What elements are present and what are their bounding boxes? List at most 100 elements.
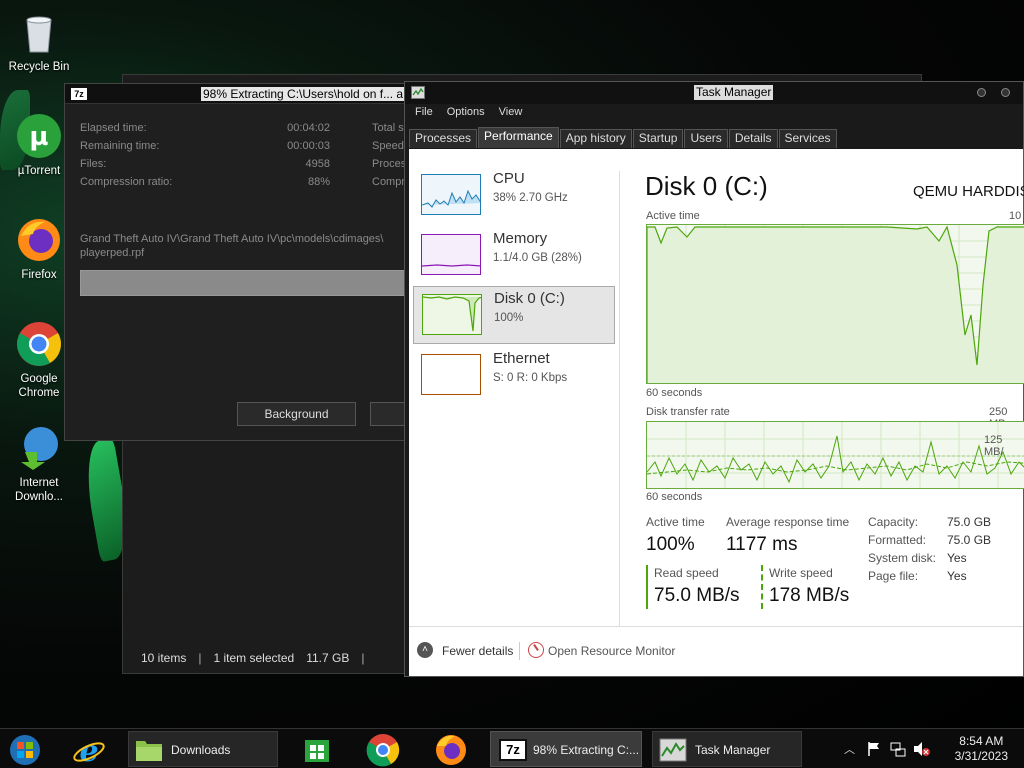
task-manager-tabs: Processes Performance App history Startu… xyxy=(409,127,838,148)
resource-name: Memory xyxy=(493,230,548,247)
sevenzip-icon: 7z xyxy=(71,88,87,100)
remaining-time-label: Remaining time: xyxy=(80,140,160,152)
menu-options[interactable]: Options xyxy=(447,106,485,118)
files-label: Files: xyxy=(80,158,107,170)
resource-cpu[interactable]: CPU 38% 2.70 GHz xyxy=(413,167,615,225)
open-resource-monitor-link[interactable]: Open Resource Monitor xyxy=(548,644,675,658)
task-manager-footer: ˄ Fewer details Open Resource Monitor xyxy=(409,626,1023,676)
current-file-path: Grand Theft Auto IV\Grand Theft Auto IV\… xyxy=(80,232,400,260)
system-disk-label: System disk: xyxy=(868,551,937,565)
taskbar-clock[interactable]: 8:54 AM 3/31/2023 xyxy=(955,734,1008,764)
transfer-rate-graph-timespan: 60 seconds xyxy=(646,491,703,503)
tab-startup[interactable]: Startup xyxy=(632,129,684,148)
capacity-label: Capacity: xyxy=(868,515,919,529)
taskbar-task-manager[interactable]: Task Manager xyxy=(652,731,802,767)
system-tray: ︿ 8:54 AM 3/31/2023 xyxy=(844,729,1024,768)
tab-details[interactable]: Details xyxy=(728,129,778,148)
write-speed-value: 178 MB/s xyxy=(769,585,850,606)
read-speed-value: 75.0 MB/s xyxy=(654,585,740,606)
fewer-details-link[interactable]: Fewer details xyxy=(442,644,513,658)
processed-label: Proces xyxy=(372,158,407,170)
store-icon xyxy=(305,740,329,762)
tab-users[interactable]: Users xyxy=(684,129,728,148)
formatted-value: 75.0 GB xyxy=(947,533,992,547)
sevenzip-titlebar[interactable]: 7z 98% Extracting C:\Users\hold on f... … xyxy=(65,84,413,104)
chrome-icon xyxy=(366,734,400,767)
task-manager-menu: File Options View xyxy=(415,106,522,118)
taskbar-task-manager-label: Task Manager xyxy=(695,743,771,757)
disk-model: QEMU HARDDIS xyxy=(913,183,1024,200)
recycle-bin-icon xyxy=(15,8,63,56)
show-hidden-icons-chevron-up-icon[interactable]: ︿ xyxy=(844,741,855,757)
resource-name: Disk 0 (C:) xyxy=(494,290,565,307)
elapsed-time-label: Elapsed time: xyxy=(80,122,147,134)
network-icon[interactable] xyxy=(890,741,906,757)
firefox-icon xyxy=(15,216,63,264)
write-speed-label: Write speed xyxy=(769,566,833,580)
resource-name: Ethernet xyxy=(493,350,550,367)
chevron-up-icon[interactable]: ˄ xyxy=(417,642,433,658)
taskbar-chrome[interactable] xyxy=(362,731,406,767)
status-size: 11.7 GB xyxy=(306,651,350,665)
resource-ethernet[interactable]: Ethernet S: 0 R: 0 Kbps xyxy=(413,347,615,405)
taskbar-internet-explorer[interactable]: e xyxy=(68,731,112,768)
disk-thumbnail-graph xyxy=(422,294,482,335)
active-time-graph-max: 10 xyxy=(1009,210,1022,222)
resource-monitor-icon xyxy=(528,642,544,658)
start-button[interactable] xyxy=(6,731,46,767)
firefox-icon xyxy=(436,735,466,765)
internet-explorer-icon: e xyxy=(73,734,105,768)
sevenzip-title: 98% Extracting C:\Users\hold on f... a xyxy=(201,87,406,101)
taskbar-firefox[interactable] xyxy=(430,731,474,767)
resource-usage: 100% xyxy=(494,312,524,324)
maximize-button[interactable] xyxy=(1001,88,1010,97)
elapsed-time-value: 00:04:02 xyxy=(287,122,330,134)
memory-thumbnail-graph xyxy=(421,234,481,275)
menu-file[interactable]: File xyxy=(415,106,433,118)
active-time-graph-label: Active time xyxy=(646,210,700,222)
performance-panel: CPU 38% 2.70 GHz Memory 1.1/4.0 GB (28%)… xyxy=(409,149,1024,676)
chrome-icon xyxy=(15,320,63,368)
background-button[interactable]: Background xyxy=(237,402,356,426)
tab-services[interactable]: Services xyxy=(778,129,837,148)
task-manager-titlebar[interactable]: Task Manager xyxy=(405,82,1023,104)
extraction-progress-fill xyxy=(81,271,408,295)
resource-usage: S: 0 R: 0 Kbps xyxy=(493,372,568,384)
taskbar-7zip-label: 98% Extracting C:... xyxy=(533,743,640,757)
clock-date: 3/31/2023 xyxy=(954,749,1008,763)
resource-name: CPU xyxy=(493,170,525,187)
folder-icon xyxy=(136,741,162,761)
volume-muted-icon[interactable] xyxy=(912,741,930,757)
page-file-value: Yes xyxy=(947,569,967,583)
status-separator: | xyxy=(361,651,365,665)
taskbar-store[interactable] xyxy=(298,731,338,767)
compression-ratio-value: 88% xyxy=(307,176,330,188)
resource-disk[interactable]: Disk 0 (C:) 100% xyxy=(413,286,615,344)
taskbar-downloads-label: Downloads xyxy=(171,743,231,757)
write-speed-indicator xyxy=(761,565,763,609)
resource-usage: 38% 2.70 GHz xyxy=(493,192,568,204)
action-center-flag-icon[interactable] xyxy=(866,741,882,757)
file-path-line: Grand Theft Auto IV\Grand Theft Auto IV\… xyxy=(80,233,384,245)
utorrent-icon: µ xyxy=(15,112,63,160)
idm-icon xyxy=(15,424,63,472)
task-manager-window: Task Manager File Options View Processes… xyxy=(404,81,1024,677)
explorer-status-bar: 10 items | 1 item selected 11.7 GB | xyxy=(141,651,364,665)
taskbar-7zip[interactable]: 7z 98% Extracting C:... xyxy=(490,731,642,767)
cpu-thumbnail-graph xyxy=(421,174,481,215)
transfer-rate-graph xyxy=(646,421,1024,489)
footer-divider xyxy=(519,642,520,660)
remaining-time-value: 00:00:03 xyxy=(287,140,330,152)
menu-view[interactable]: View xyxy=(499,106,523,118)
taskbar-downloads[interactable]: Downloads xyxy=(128,731,278,767)
minimize-button[interactable] xyxy=(977,88,986,97)
resource-memory[interactable]: Memory 1.1/4.0 GB (28%) xyxy=(413,227,615,285)
extraction-progress-bar xyxy=(80,270,415,296)
tab-app-history[interactable]: App history xyxy=(559,129,632,148)
status-selected: 1 item selected xyxy=(213,651,295,665)
desktop-icon-recycle-bin[interactable]: Recycle Bin xyxy=(4,8,74,74)
tab-performance[interactable]: Performance xyxy=(478,127,559,148)
task-manager-title: Task Manager xyxy=(694,85,774,100)
tab-processes[interactable]: Processes xyxy=(409,129,478,148)
compression-ratio-label: Compression ratio: xyxy=(80,176,173,188)
